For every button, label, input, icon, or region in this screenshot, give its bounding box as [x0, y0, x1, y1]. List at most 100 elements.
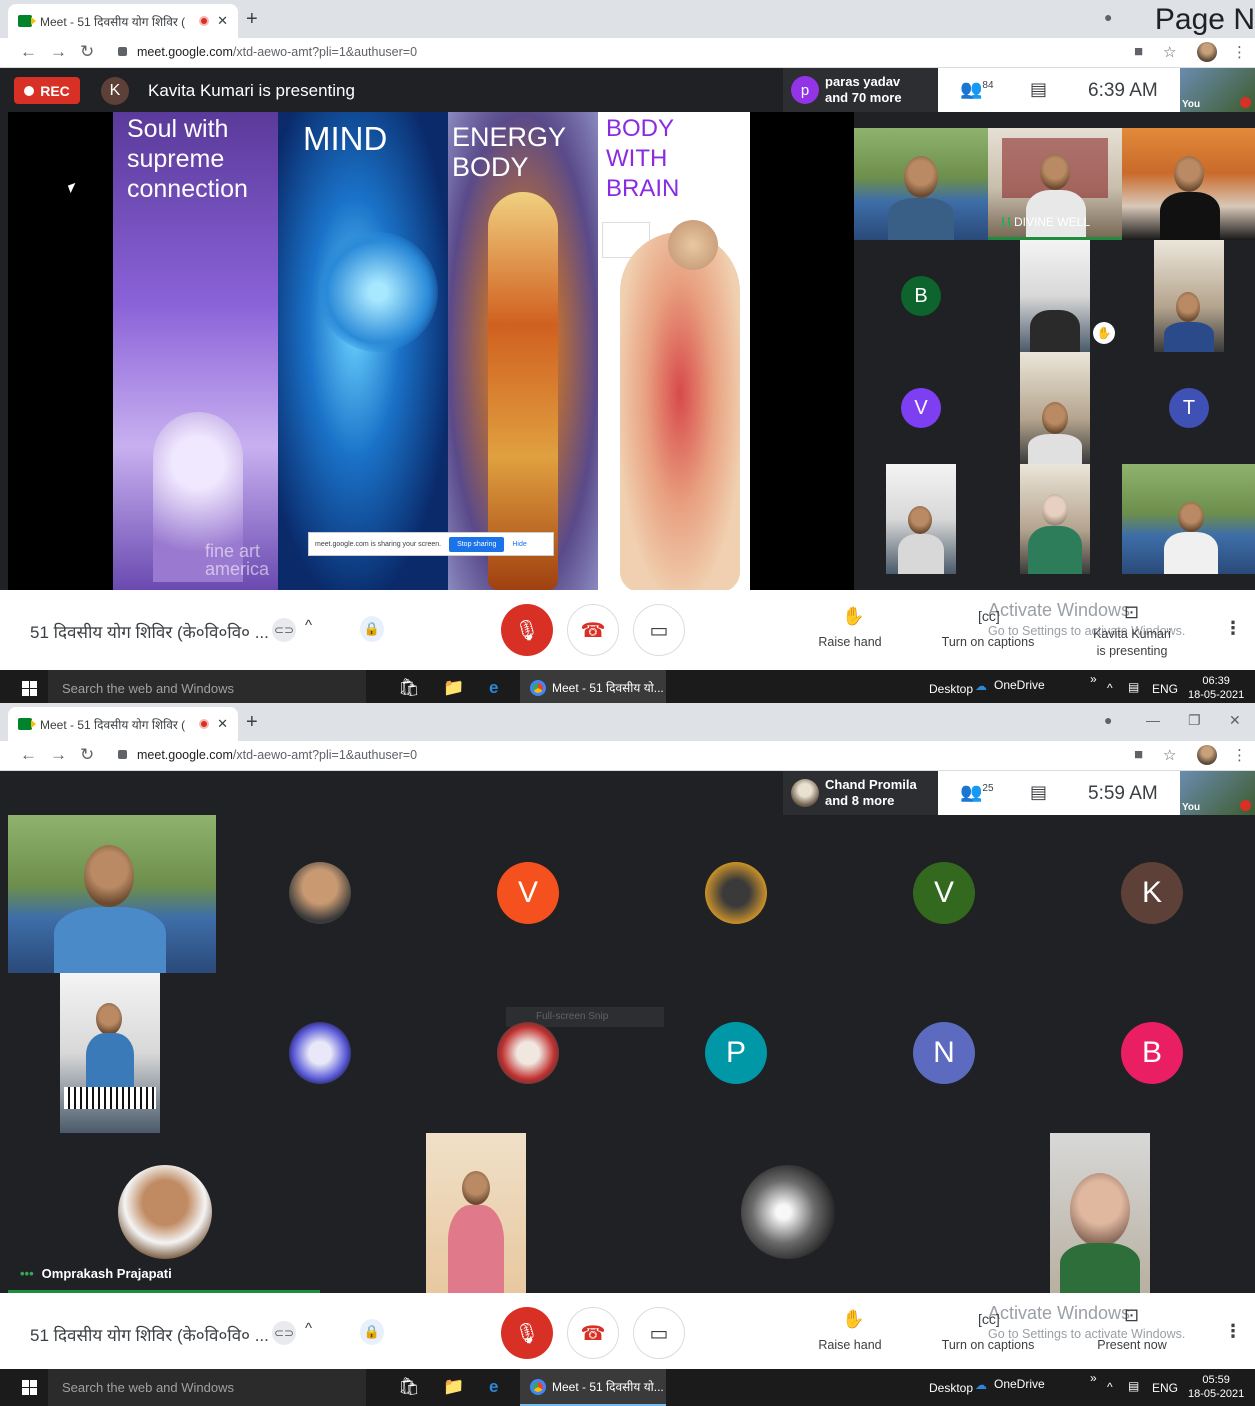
captions-icon[interactable]: [cc]: [978, 1311, 1000, 1327]
mic-off-button[interactable]: 🎙: [501, 604, 553, 656]
tray-clock[interactable]: 05:59 18-05-2021: [1188, 1373, 1244, 1401]
back-icon[interactable]: ←: [20, 42, 37, 62]
avatar-n[interactable]: N: [913, 1022, 975, 1084]
tray-up-icon[interactable]: ^: [1107, 1380, 1113, 1394]
video-tile[interactable]: [886, 464, 956, 574]
lock-icon[interactable]: [118, 47, 127, 56]
speaker-photo-avatar[interactable]: [118, 1165, 212, 1259]
hand-icon[interactable]: ✋: [842, 1309, 864, 1330]
avatar-k[interactable]: K: [1121, 862, 1183, 924]
notification-icon[interactable]: ▤: [1128, 1379, 1139, 1393]
lock-icon[interactable]: [118, 750, 127, 759]
camera-button[interactable]: ▭: [633, 604, 685, 656]
star-icon[interactable]: ☆: [1163, 746, 1176, 764]
tray-lang[interactable]: ENG: [1152, 682, 1178, 696]
self-view-tile[interactable]: You: [1180, 771, 1255, 815]
reload-icon[interactable]: ↻: [80, 745, 94, 765]
close-icon[interactable]: ✕: [217, 13, 228, 29]
captions-label[interactable]: Turn on captions: [930, 1338, 1046, 1352]
captions-label[interactable]: Turn on captions: [930, 635, 1046, 649]
tray-overflow-icon[interactable]: »: [1090, 1371, 1097, 1385]
folder-icon[interactable]: 📁: [443, 678, 464, 698]
video-tile[interactable]: [1050, 1133, 1150, 1293]
store-icon[interactable]: 🛍: [398, 678, 420, 698]
participant-photo-avatar[interactable]: [741, 1165, 835, 1259]
close-icon[interactable]: ✕: [217, 716, 228, 732]
present-label[interactable]: Kavita Kumari is presenting: [1084, 626, 1180, 660]
back-icon[interactable]: ←: [20, 745, 37, 765]
video-tile[interactable]: [854, 128, 988, 240]
present-icon[interactable]: ⊡: [1124, 1305, 1139, 1326]
video-tile[interactable]: [8, 815, 216, 973]
video-tile[interactable]: [1122, 464, 1255, 574]
more-options-icon[interactable]: ⋮: [1224, 1321, 1242, 1342]
hang-up-button[interactable]: ☎: [567, 1307, 619, 1359]
meeting-name[interactable]: 51 दिवसीय योग शिविर (के०वि०वि० ...: [30, 620, 269, 643]
host-controls-icon[interactable]: 🔒: [360, 1319, 384, 1345]
camera-icon[interactable]: ■: [1134, 746, 1143, 763]
tray-onedrive[interactable]: OneDrive: [994, 1377, 1045, 1391]
self-view-tile[interactable]: You: [1180, 68, 1255, 112]
profile-dot-icon[interactable]: ●: [1104, 9, 1112, 25]
profile-dot-icon[interactable]: ●: [1104, 712, 1112, 728]
captions-icon[interactable]: [cc]: [978, 608, 1000, 624]
video-tile-speaking[interactable]: DIVINE WELL: [988, 128, 1122, 240]
reload-icon[interactable]: ↻: [80, 42, 94, 62]
participant-photo-avatar[interactable]: [289, 862, 351, 924]
video-tile[interactable]: [60, 973, 160, 1133]
copy-link-icon[interactable]: ⊂⊃: [272, 618, 296, 642]
avatar-b[interactable]: B: [901, 276, 941, 316]
forward-icon[interactable]: →: [50, 745, 67, 765]
stop-sharing-button[interactable]: Stop sharing: [449, 536, 505, 552]
hand-icon[interactable]: ✋: [842, 606, 864, 627]
participants-summary[interactable]: p paras yadav and 70 more: [783, 68, 938, 112]
new-tab-icon[interactable]: +: [246, 8, 258, 31]
forward-icon[interactable]: →: [50, 42, 67, 62]
menu-icon[interactable]: ⋮: [1232, 43, 1247, 61]
taskbar-chrome[interactable]: Meet - 51 दिवसीय यो...: [520, 1369, 666, 1406]
avatar-t[interactable]: T: [1169, 388, 1209, 428]
profile-avatar[interactable]: [1197, 42, 1217, 62]
avatar-v-green[interactable]: V: [913, 862, 975, 924]
mic-off-button[interactable]: 🎙: [501, 1307, 553, 1359]
avatar-p[interactable]: P: [705, 1022, 767, 1084]
taskbar-search[interactable]: Search the web and Windows: [48, 670, 366, 703]
chevron-up-icon[interactable]: ^: [305, 1320, 312, 1337]
hang-up-button[interactable]: ☎: [567, 604, 619, 656]
video-tile[interactable]: [1154, 240, 1224, 352]
star-icon[interactable]: ☆: [1163, 43, 1176, 61]
close-window-icon[interactable]: ✕: [1229, 712, 1241, 729]
edge-icon[interactable]: e: [489, 1377, 498, 1397]
windows-icon[interactable]: [22, 1380, 37, 1395]
tab-meet[interactable]: Meet - 51 दिवसीय योग शिविर ( ✕: [8, 4, 238, 38]
participant-photo-avatar[interactable]: [497, 1022, 559, 1084]
camera-icon[interactable]: ■: [1134, 43, 1143, 60]
video-tile[interactable]: [1122, 128, 1255, 240]
minimize-icon[interactable]: —: [1146, 712, 1160, 728]
edge-icon[interactable]: e: [489, 678, 498, 698]
raise-hand-label[interactable]: Raise hand: [810, 1338, 890, 1352]
tray-lang[interactable]: ENG: [1152, 1381, 1178, 1395]
menu-icon[interactable]: ⋮: [1232, 746, 1247, 764]
url-field[interactable]: meet.google.com/xtd-aewo-amt?pli=1&authu…: [137, 45, 417, 59]
tray-onedrive[interactable]: OneDrive: [994, 678, 1045, 692]
restore-icon[interactable]: ❐: [1188, 712, 1201, 729]
participants-summary[interactable]: Chand Promila and 8 more: [783, 771, 938, 815]
new-tab-icon[interactable]: +: [246, 711, 258, 734]
tray-desktop[interactable]: Desktop: [929, 1381, 973, 1395]
avatar-b[interactable]: B: [1121, 1022, 1183, 1084]
chevron-up-icon[interactable]: ^: [305, 617, 312, 634]
video-tile[interactable]: [426, 1133, 526, 1293]
chat-icon[interactable]: ▤: [1030, 782, 1047, 803]
profile-avatar[interactable]: [1197, 745, 1217, 765]
video-tile[interactable]: [1020, 352, 1090, 464]
chat-icon[interactable]: ▤: [1030, 79, 1047, 100]
url-field[interactable]: meet.google.com/xtd-aewo-amt?pli=1&authu…: [137, 748, 417, 762]
raise-hand-label[interactable]: Raise hand: [810, 635, 890, 649]
more-options-icon[interactable]: ⋮: [1224, 618, 1242, 639]
video-tile[interactable]: [1020, 464, 1090, 574]
host-controls-icon[interactable]: 🔒: [360, 616, 384, 642]
notification-icon[interactable]: ▤: [1128, 680, 1139, 694]
taskbar-search[interactable]: Search the web and Windows: [48, 1369, 366, 1406]
avatar-v-orange[interactable]: V: [497, 862, 559, 924]
